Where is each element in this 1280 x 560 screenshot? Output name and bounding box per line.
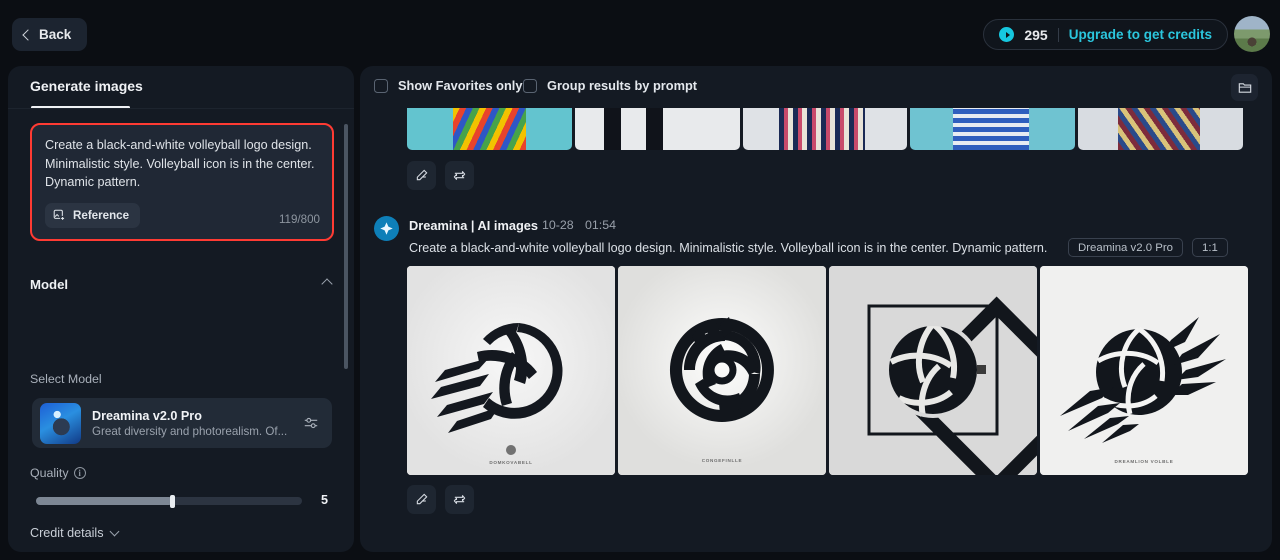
thumbnail-image[interactable] (910, 108, 1076, 150)
model-section-title: Model (30, 276, 69, 292)
image-add-icon (53, 209, 66, 221)
filter-group-by-prompt[interactable]: Group results by prompt (523, 78, 697, 93)
image-watermark: CONGEFINLLE (702, 458, 743, 463)
model-section-header[interactable]: Model (30, 275, 334, 293)
volleyball-motion-trails-art: DOMKOVABELL (407, 266, 615, 475)
chevron-down-icon (109, 526, 119, 537)
result-image-3[interactable] (829, 266, 1037, 475)
quality-slider-handle[interactable] (170, 495, 175, 508)
chevron-up-icon[interactable] (321, 278, 333, 290)
char-counter: 119/800 (278, 213, 320, 226)
edit-pencil-icon (416, 169, 428, 181)
back-button-label: Back (39, 27, 72, 42)
volleyball-swirl-art: CONGEFINLLE (618, 266, 826, 475)
result-image-4[interactable]: DREAMLION VOLBLE (1040, 266, 1248, 475)
result-date: 10-28 (542, 218, 574, 232)
upgrade-link[interactable]: Upgrade to get credits (1069, 27, 1212, 42)
tag-aspect-ratio: 1:1 (1192, 238, 1228, 257)
sidebar-panel: Generate images Create a black-and-white… (8, 66, 354, 552)
thumbnail-image[interactable] (407, 108, 572, 150)
prompt-text[interactable]: Create a black-and-white volleyball logo… (45, 136, 320, 192)
model-meta: Dreamina v2.0 Pro Great diversity and ph… (92, 409, 303, 438)
coin-icon (999, 27, 1015, 42)
edit-button[interactable] (407, 485, 436, 514)
thumbnail-image[interactable] (574, 108, 740, 150)
image-watermark: DOMKOVABELL (489, 460, 532, 465)
dreamina-logo-icon (374, 216, 399, 241)
model-description: Great diversity and photorealism. Of... (92, 424, 288, 438)
result-time: 01:54 (585, 218, 617, 232)
volleyball-diamond-frame-art (829, 266, 1037, 475)
results-toolbar: Show Favorites only Group results by pro… (360, 66, 1272, 106)
previous-result-actions (407, 161, 474, 190)
quality-label-text: Quality (30, 466, 69, 480)
checkbox-group-by-prompt[interactable] (523, 78, 537, 93)
result-image-grid: DOMKOVABELL CONGEFINLLE DREAMLION VOLBLE (407, 266, 1248, 475)
info-icon[interactable]: i (73, 467, 86, 479)
results-panel: Show Favorites only Group results by pro… (360, 66, 1272, 552)
tab-generate-images[interactable]: Generate images (30, 78, 143, 94)
model-thumbnail (40, 402, 81, 444)
result-image-1[interactable]: DOMKOVABELL (407, 266, 615, 475)
image-watermark: DREAMLION VOLBLE (1115, 459, 1174, 464)
volleyball-speed-lines-art: DREAMLION VOLBLE (1040, 266, 1248, 475)
archive-button[interactable] (1231, 74, 1258, 101)
edit-button[interactable] (407, 161, 436, 190)
filter-show-favorites[interactable]: Show Favorites only (374, 78, 522, 93)
top-bar: Back 295 Upgrade to get credits (0, 0, 1280, 68)
result-prompt: Create a black-and-white volleyball logo… (409, 241, 1048, 255)
credits-amount: 295 (1024, 26, 1048, 43)
regenerate-button[interactable] (445, 485, 474, 514)
result-image-2[interactable]: CONGEFINLLE (618, 266, 826, 475)
result-actions (407, 485, 474, 514)
select-model-label: Select Model (30, 372, 102, 386)
regenerate-icon (453, 171, 466, 180)
regenerate-button[interactable] (445, 161, 474, 190)
group-by-prompt-label: Group results by prompt (547, 78, 698, 93)
reference-label: Reference (73, 209, 130, 222)
result-source-title: Dreamina | AI images (409, 218, 538, 233)
app-root: Back 295 Upgrade to get credits Generate… (0, 0, 1280, 560)
folder-icon (1238, 82, 1251, 93)
prompt-input-box[interactable]: Create a black-and-white volleyball logo… (30, 123, 334, 241)
show-favorites-label: Show Favorites only (398, 78, 523, 93)
regenerate-icon (453, 495, 466, 504)
sidebar-tabs: Generate images (8, 66, 354, 110)
credits-pill[interactable]: 295 Upgrade to get credits (983, 19, 1228, 50)
chevron-left-icon (22, 28, 34, 41)
sidebar-scrollbar[interactable] (344, 124, 348, 369)
thumbnail-image[interactable] (1078, 108, 1243, 150)
back-button[interactable]: Back (12, 18, 88, 51)
credit-details-toggle[interactable]: Credit details (30, 526, 119, 540)
previous-results-strip[interactable] (407, 108, 1243, 150)
checkbox-show-favorites[interactable] (374, 78, 388, 93)
model-name: Dreamina v2.0 Pro (92, 408, 202, 423)
model-card-dreamina-v2-pro[interactable]: Dreamina v2.0 Pro Great diversity and ph… (32, 398, 332, 448)
reference-button[interactable]: Reference (45, 203, 141, 228)
quality-slider-fill (36, 497, 173, 505)
quality-slider[interactable] (36, 495, 302, 508)
quality-value: 5 (321, 493, 329, 507)
avatar[interactable] (1234, 16, 1270, 52)
pill-divider (1057, 27, 1059, 42)
sliders-icon[interactable] (303, 415, 319, 431)
edit-pencil-icon (416, 493, 428, 505)
thumbnail-image[interactable] (742, 108, 908, 150)
quality-label: Quality i (30, 466, 86, 480)
tab-divider (8, 108, 354, 109)
tag-model: Dreamina v2.0 Pro (1068, 238, 1183, 257)
credit-details-label: Credit details (30, 526, 104, 540)
